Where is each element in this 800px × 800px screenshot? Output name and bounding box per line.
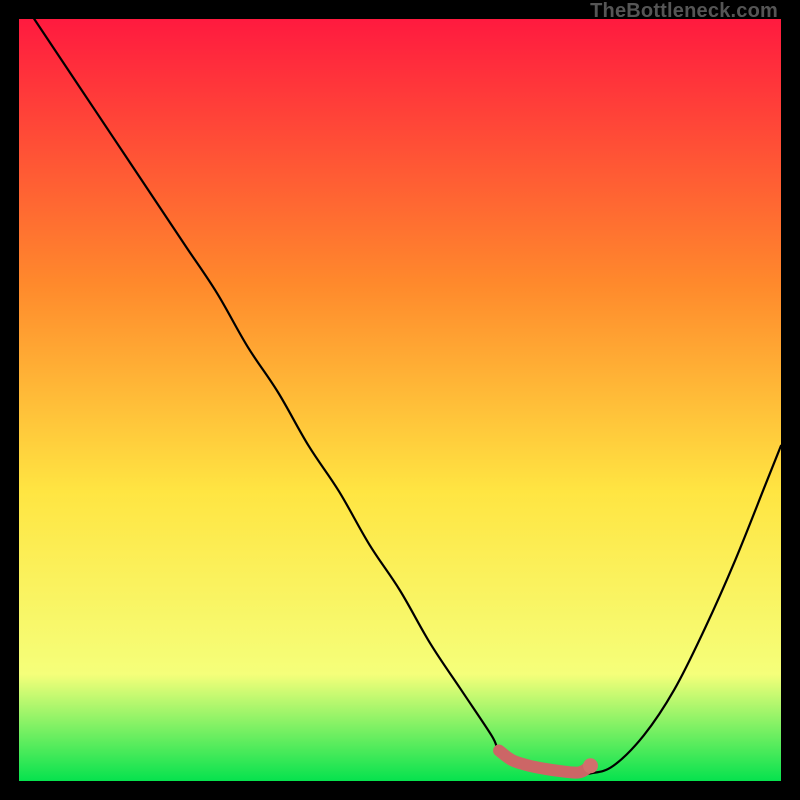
watermark-text: TheBottleneck.com bbox=[590, 0, 778, 23]
bottleneck-chart bbox=[19, 19, 781, 781]
marker-point bbox=[583, 758, 598, 773]
chart-frame bbox=[19, 19, 781, 781]
gradient-background bbox=[19, 19, 781, 781]
